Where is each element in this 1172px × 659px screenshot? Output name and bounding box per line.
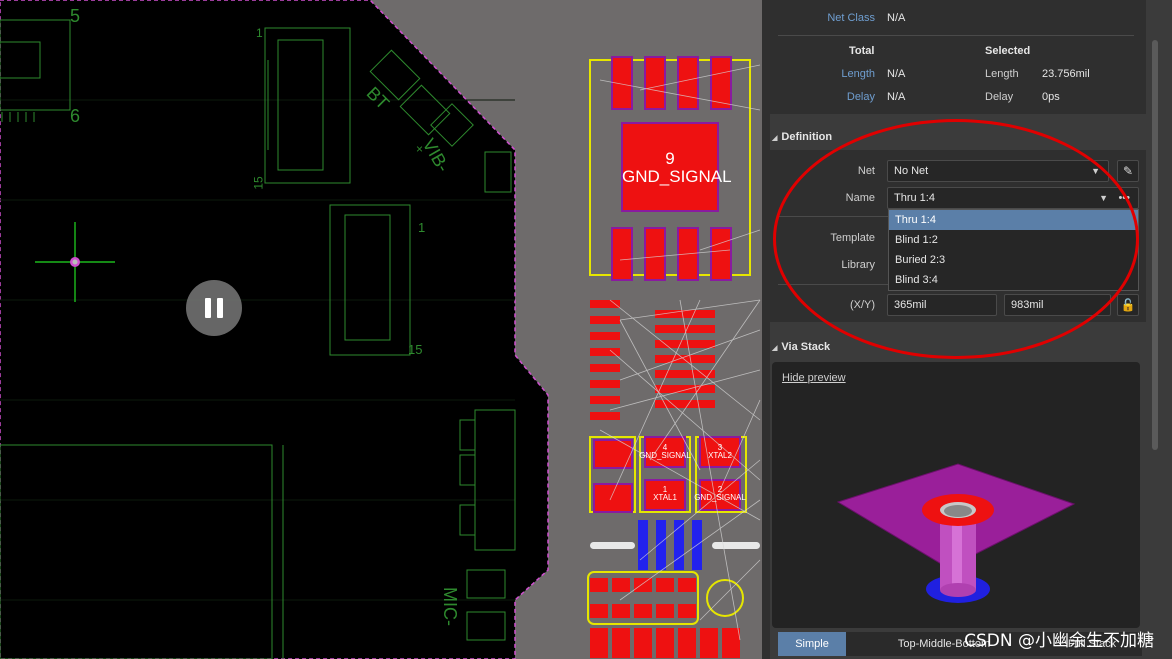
library-label: Library xyxy=(841,259,875,271)
template-label: Template xyxy=(830,232,875,244)
pcb-canvas[interactable]: 9 GND_SIGNAL 4 GND_SIGNAL 3 XTAL2 1 XTAL… xyxy=(0,0,762,659)
dropdown-option-buried-2-3[interactable]: Buried 2:3 xyxy=(889,250,1138,270)
silk-num-6: 6 xyxy=(70,106,81,126)
pad-net: XTAL1 xyxy=(653,493,677,503)
chevron-down-icon: ▼ xyxy=(1099,193,1108,203)
via-stack-section-header[interactable]: ◢ Via Stack xyxy=(772,341,830,353)
net-label: Net xyxy=(857,165,875,177)
selected-length-label: Length xyxy=(985,68,1019,80)
total-header: Total xyxy=(849,45,875,57)
panel-splitter[interactable] xyxy=(762,0,770,659)
pad-net: GND_SIGNAL xyxy=(694,493,746,503)
divider xyxy=(778,35,1134,36)
silk-num-15: 15 xyxy=(408,342,423,357)
watermark: CSDN @小幽余生不加糖 xyxy=(964,631,1154,651)
collapse-triangle-icon: ◢ xyxy=(772,135,778,142)
selected-delay-value: 0ps xyxy=(1042,91,1060,103)
pad-label: 1 XTAL1 xyxy=(638,485,692,503)
definition-section-header[interactable]: ◢ Definition xyxy=(772,131,832,143)
silk-num-5: 5 xyxy=(70,6,81,26)
via-3d-preview-graphic xyxy=(836,463,1076,603)
via-stack-preview: Hide preview xyxy=(772,362,1140,628)
net-class-label: Net Class xyxy=(827,12,875,24)
dropdown-option-thru[interactable]: Thru 1:4 xyxy=(889,210,1138,230)
pad-label: 4 GND_SIGNAL xyxy=(638,443,692,461)
total-length-value: N/A xyxy=(887,68,906,80)
y-input[interactable]: 983mil xyxy=(1004,294,1111,316)
pause-icon xyxy=(205,298,211,318)
definition-title: Definition xyxy=(781,131,833,143)
lock-button[interactable]: 🔓 xyxy=(1117,294,1139,316)
silk-num-15: 15 xyxy=(251,176,266,190)
hide-preview-link[interactable]: Hide preview xyxy=(782,372,846,384)
more-icon[interactable]: ••• xyxy=(1118,188,1130,208)
pad-net: GND_SIGNAL xyxy=(639,451,691,461)
selected-header: Selected xyxy=(985,45,1031,57)
dropdown-option-blind-1-2[interactable]: Blind 1:2 xyxy=(889,230,1138,250)
tab-simple[interactable]: Simple xyxy=(778,632,846,656)
selected-length-value: 23.756mil xyxy=(1042,68,1090,80)
dropdown-option-blind-3-4[interactable]: Blind 3:4 xyxy=(889,270,1138,290)
scrollbar-thumb[interactable] xyxy=(1152,40,1158,450)
name-dropdown-list: Thru 1:4 Blind 1:2 Buried 2:3 Blind 3:4 xyxy=(888,209,1139,291)
app-root: 9 GND_SIGNAL 4 GND_SIGNAL 3 XTAL2 1 XTAL… xyxy=(0,0,1172,659)
u1-pin-label: 9 GND_SIGNAL xyxy=(622,149,732,186)
total-delay-value: N/A xyxy=(887,91,906,103)
selected-delay-label: Delay xyxy=(985,91,1014,103)
name-label: Name xyxy=(845,192,875,204)
net-info-box: Net Class N/A Total Selected Length N/A … xyxy=(770,0,1146,114)
total-length-label: Length xyxy=(841,68,875,80)
pad-label: 3 XTAL2 xyxy=(695,443,745,461)
pause-button[interactable] xyxy=(186,280,242,336)
pad-label: 2 GND_SIGNAL xyxy=(692,485,748,503)
name-select-value: Thru 1:4 xyxy=(894,192,935,204)
pause-icon xyxy=(217,298,223,318)
lock-icon: 🔓 xyxy=(1120,298,1136,312)
total-delay-label: Delay xyxy=(846,91,875,103)
pipette-icon: ✎ xyxy=(1122,164,1134,178)
net-select[interactable]: No Net ▼ xyxy=(887,160,1109,182)
via-stack-title: Via Stack xyxy=(781,341,831,353)
pad-net: XTAL2 xyxy=(708,451,732,461)
net-class-value: N/A xyxy=(887,12,906,24)
panel-scrollbar[interactable] xyxy=(1150,0,1160,659)
chevron-down-icon: ▼ xyxy=(1091,166,1100,176)
collapse-triangle-icon: ◢ xyxy=(772,345,778,352)
silk-num-1: 1 xyxy=(256,26,263,40)
xy-label: (X/Y) xyxy=(849,299,875,311)
u1-pin-number: 9 xyxy=(665,149,675,168)
properties-panel: Net Class N/A Total Selected Length N/A … xyxy=(762,0,1172,659)
x-input[interactable]: 365mil xyxy=(887,294,997,316)
silk-num-1: 1 xyxy=(418,220,426,235)
silk-vib-x: × xyxy=(416,142,424,156)
name-select[interactable]: Thru 1:4 ▼ ••• xyxy=(887,187,1139,209)
pick-net-button[interactable]: ✎ xyxy=(1117,160,1139,182)
net-select-value: No Net xyxy=(894,165,929,177)
u1-pin-net: GND_SIGNAL xyxy=(622,166,732,186)
silk-mic: MIC- xyxy=(440,587,460,626)
